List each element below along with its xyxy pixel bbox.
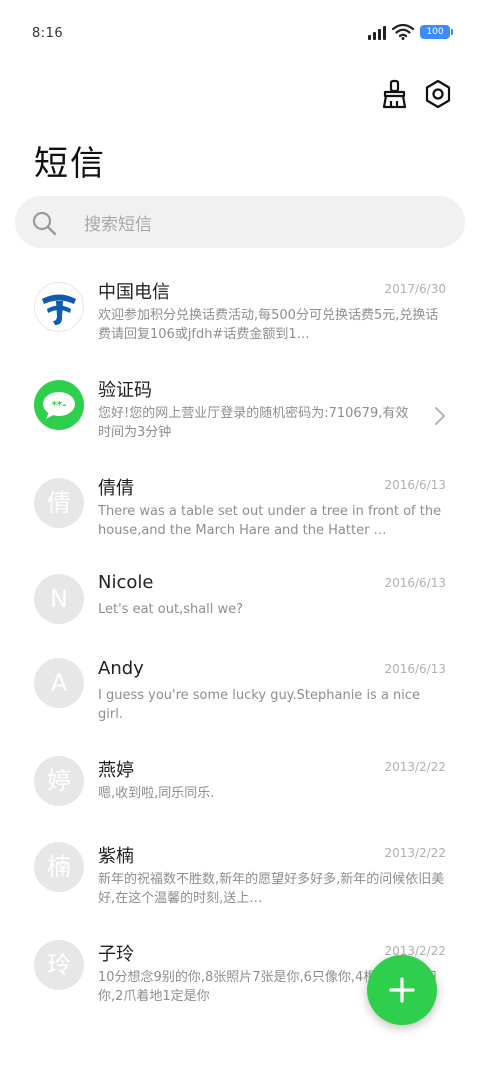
signal-icon <box>368 24 386 40</box>
svg-text:**-: **- <box>52 400 67 411</box>
conversation-date: 2016/6/13 <box>384 478 446 492</box>
conversation-sender: 验证码 <box>98 380 152 401</box>
avatar-initial: 玲 <box>34 940 84 990</box>
telecom-logo-icon <box>42 294 76 325</box>
conversation-sender: 子玲 <box>98 944 134 965</box>
search-placeholder: 搜索短信 <box>84 215 152 235</box>
conversation-sender: 中国电信 <box>98 282 170 303</box>
avatar-initial: 倩 <box>34 478 84 528</box>
conversation-item-qianqian[interactable]: 倩 倩倩 2016/6/13 There was a table set out… <box>0 474 480 554</box>
avatar-initial: 婷 <box>34 756 84 806</box>
status-time: 8:16 <box>32 26 64 41</box>
search-icon <box>32 211 57 236</box>
conversation-item-zinan[interactable]: 楠 紫楠 2013/2/22 新年的祝福数不胜数,新年的愿望好多好多,新年的问候… <box>0 842 480 922</box>
battery-icon: 100 <box>420 25 453 39</box>
conversation-sender: 倩倩 <box>98 478 134 499</box>
page-title: 短信 <box>34 144 106 184</box>
conversation-preview: 欢迎参加积分兑换话费活动,每500分可兑换话费5元,兑换话费请回复106或jfd… <box>98 308 439 342</box>
conversation-item-yanting[interactable]: 婷 燕婷 2013/2/22 嗯,收到啦,同乐同乐. <box>0 756 480 826</box>
avatar-initial: A <box>34 658 84 708</box>
conversation-date: 2017/6/30 <box>384 282 446 296</box>
conversation-date: 2013/2/22 <box>384 846 446 860</box>
conversation-sender: 紫楠 <box>98 846 134 867</box>
conversation-preview: 新年的祝福数不胜数,新年的愿望好多好多,新年的问候依旧美好,在这个温馨的时刻,送… <box>98 872 445 906</box>
conversation-item-andy[interactable]: A Andy 2016/6/13 I guess you're some luc… <box>0 658 480 738</box>
plus-icon <box>389 977 415 1003</box>
chevron-right-icon[interactable] <box>434 406 446 426</box>
conversation-preview: 嗯,收到啦,同乐同乐. <box>98 786 215 801</box>
status-bar: 8:16 100 <box>0 0 480 64</box>
settings-icon[interactable] <box>422 78 454 110</box>
search-bar[interactable]: 搜索短信 <box>15 196 465 248</box>
avatar-initial: 楠 <box>34 842 84 892</box>
new-message-button[interactable] <box>367 955 437 1025</box>
avatar-telecom-logo <box>34 282 84 332</box>
conversation-sender: Nicole <box>98 572 154 593</box>
conversation-item-china-telecom[interactable]: 中国电信 2017/6/30 欢迎参加积分兑换话费活动,每500分可兑换话费5元… <box>0 278 480 358</box>
clean-brush-icon[interactable] <box>379 78 411 110</box>
conversation-item-verification-code[interactable]: **- 验证码 您好!您的网上营业厅登录的随机密码为:710679,有效时间为3… <box>0 376 480 456</box>
conversation-preview: There was a table set out under a tree i… <box>98 504 442 538</box>
wifi-icon <box>392 24 414 40</box>
avatar-initial: N <box>34 574 84 624</box>
conversation-preview: 您好!您的网上营业厅登录的随机密码为:710679,有效时间为3分钟 <box>98 406 409 440</box>
conversation-date: 2013/2/22 <box>384 760 446 774</box>
conversation-preview: Let's eat out,shall we? <box>98 602 244 617</box>
conversation-item-nicole[interactable]: N Nicole 2016/6/13 Let's eat out,shall w… <box>0 572 480 642</box>
conversation-sender: Andy <box>98 658 144 679</box>
status-icons: 100 <box>368 24 453 40</box>
conversation-date: 2016/6/13 <box>384 662 446 676</box>
conversation-preview: I guess you're some lucky guy.Stephanie … <box>98 688 421 722</box>
avatar-message-icon: **- <box>34 380 84 430</box>
conversation-sender: 燕婷 <box>98 760 134 781</box>
chat-bubble-icon: **- <box>43 392 75 419</box>
conversation-date: 2016/6/13 <box>384 576 446 590</box>
